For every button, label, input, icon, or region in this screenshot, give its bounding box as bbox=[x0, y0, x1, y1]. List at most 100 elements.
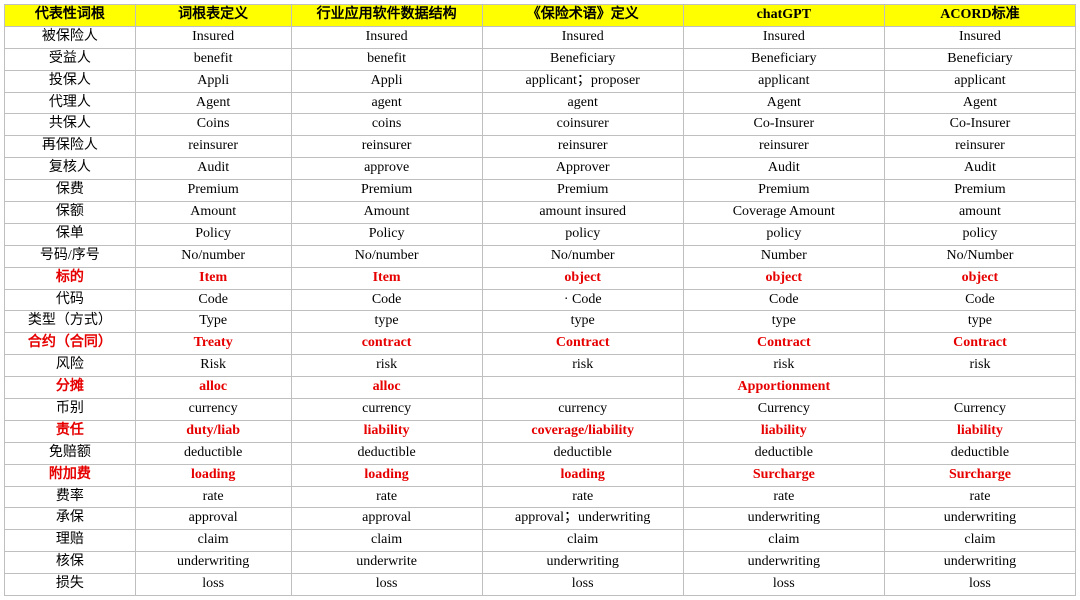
table-row: 代理人AgentagentagentAgentAgent bbox=[5, 92, 1076, 114]
table-cell: deductible bbox=[291, 442, 482, 464]
table-cell: Surcharge bbox=[683, 464, 884, 486]
table-cell bbox=[884, 377, 1075, 399]
table-cell: 合约（合同） bbox=[5, 333, 136, 355]
table-cell: Appli bbox=[291, 70, 482, 92]
table-cell: Currency bbox=[884, 399, 1075, 421]
table-cell: · Code bbox=[482, 289, 683, 311]
table-cell: Code bbox=[135, 289, 291, 311]
table-cell: currency bbox=[482, 399, 683, 421]
table-cell: 保单 bbox=[5, 223, 136, 245]
table-cell: risk bbox=[884, 355, 1075, 377]
table-cell: underwrite bbox=[291, 552, 482, 574]
table-cell: deductible bbox=[482, 442, 683, 464]
table-cell: policy bbox=[884, 223, 1075, 245]
table-cell: deductible bbox=[683, 442, 884, 464]
table-cell: Contract bbox=[482, 333, 683, 355]
table-cell: Premium bbox=[291, 180, 482, 202]
table-cell: No/number bbox=[482, 245, 683, 267]
table-cell: No/number bbox=[291, 245, 482, 267]
table-cell: rate bbox=[135, 486, 291, 508]
table-row: 核保underwritingunderwriteunderwritingunde… bbox=[5, 552, 1076, 574]
table-cell: Policy bbox=[291, 223, 482, 245]
table-cell: underwriting bbox=[884, 508, 1075, 530]
table-cell: loss bbox=[291, 574, 482, 596]
table-cell: applicant bbox=[884, 70, 1075, 92]
header-cell: ACORD标准 bbox=[884, 5, 1075, 27]
table-cell: Co-Insurer bbox=[884, 114, 1075, 136]
table-cell: Amount bbox=[135, 202, 291, 224]
table-cell: reinsurer bbox=[683, 136, 884, 158]
header-cell: 行业应用软件数据结构 bbox=[291, 5, 482, 27]
table-cell: Premium bbox=[135, 180, 291, 202]
table-cell: reinsurer bbox=[482, 136, 683, 158]
table-cell: 费率 bbox=[5, 486, 136, 508]
table-row: 号码/序号No/numberNo/numberNo/numberNumberNo… bbox=[5, 245, 1076, 267]
table-row: 保费PremiumPremiumPremiumPremiumPremium bbox=[5, 180, 1076, 202]
table-cell: Audit bbox=[683, 158, 884, 180]
table-cell: Code bbox=[291, 289, 482, 311]
table-cell: 受益人 bbox=[5, 48, 136, 70]
table-cell: applicant；proposer bbox=[482, 70, 683, 92]
table-cell: rate bbox=[683, 486, 884, 508]
table-row: 合约（合同）TreatycontractContractContractCont… bbox=[5, 333, 1076, 355]
table-cell: 共保人 bbox=[5, 114, 136, 136]
table-row: 代码CodeCode· CodeCodeCode bbox=[5, 289, 1076, 311]
table-cell: loss bbox=[683, 574, 884, 596]
table-cell: 保额 bbox=[5, 202, 136, 224]
table-cell: risk bbox=[683, 355, 884, 377]
terminology-table: 代表性词根 词根表定义 行业应用软件数据结构 《保险术语》定义 chatGPT … bbox=[4, 4, 1076, 596]
table-cell: Audit bbox=[135, 158, 291, 180]
table-cell: reinsurer bbox=[135, 136, 291, 158]
table-cell: risk bbox=[291, 355, 482, 377]
table-cell: 号码/序号 bbox=[5, 245, 136, 267]
table-cell: No/number bbox=[135, 245, 291, 267]
table-row: 标的ItemItemobjectobjectobject bbox=[5, 267, 1076, 289]
table-cell: Policy bbox=[135, 223, 291, 245]
table-cell: type bbox=[291, 311, 482, 333]
table-row: 保额AmountAmountamount insuredCoverage Amo… bbox=[5, 202, 1076, 224]
table-cell: Premium bbox=[683, 180, 884, 202]
table-row: 共保人CoinscoinscoinsurerCo-InsurerCo-Insur… bbox=[5, 114, 1076, 136]
table-cell: loss bbox=[482, 574, 683, 596]
table-cell: Agent bbox=[135, 92, 291, 114]
table-cell: Insured bbox=[884, 26, 1075, 48]
table-cell: approval bbox=[135, 508, 291, 530]
table-cell: liability bbox=[291, 420, 482, 442]
table-cell: Currency bbox=[683, 399, 884, 421]
table-cell: policy bbox=[482, 223, 683, 245]
table-cell: No/Number bbox=[884, 245, 1075, 267]
table-cell: claim bbox=[683, 530, 884, 552]
table-row: 复核人AuditapproveApproverAuditAudit bbox=[5, 158, 1076, 180]
table-cell: Approver bbox=[482, 158, 683, 180]
table-cell: Audit bbox=[884, 158, 1075, 180]
table-cell: Item bbox=[135, 267, 291, 289]
table-cell: Coins bbox=[135, 114, 291, 136]
table-cell: amount insured bbox=[482, 202, 683, 224]
table-cell: reinsurer bbox=[291, 136, 482, 158]
table-cell: approve bbox=[291, 158, 482, 180]
table-cell: Beneficiary bbox=[884, 48, 1075, 70]
table-row: 分摊allocallocApportionment bbox=[5, 377, 1076, 399]
table-cell: coinsurer bbox=[482, 114, 683, 136]
table-cell: claim bbox=[884, 530, 1075, 552]
table-cell: Surcharge bbox=[884, 464, 1075, 486]
table-cell: 核保 bbox=[5, 552, 136, 574]
table-cell: Apportionment bbox=[683, 377, 884, 399]
table-cell: claim bbox=[482, 530, 683, 552]
table-cell: approval bbox=[291, 508, 482, 530]
table-cell: Treaty bbox=[135, 333, 291, 355]
table-cell: 再保险人 bbox=[5, 136, 136, 158]
table-row: 风险Riskriskriskriskrisk bbox=[5, 355, 1076, 377]
table-cell: duty/liab bbox=[135, 420, 291, 442]
table-cell: Insured bbox=[683, 26, 884, 48]
table-cell: deductible bbox=[135, 442, 291, 464]
table-row: 责任duty/liabliabilitycoverage/liabilityli… bbox=[5, 420, 1076, 442]
table-cell: type bbox=[884, 311, 1075, 333]
table-cell: liability bbox=[683, 420, 884, 442]
table-row: 损失losslosslosslossloss bbox=[5, 574, 1076, 596]
table-cell: loss bbox=[135, 574, 291, 596]
table-row: 再保险人reinsurerreinsurerreinsurerreinsurer… bbox=[5, 136, 1076, 158]
table-cell: Insured bbox=[135, 26, 291, 48]
table-cell: 保费 bbox=[5, 180, 136, 202]
table-cell: loading bbox=[482, 464, 683, 486]
